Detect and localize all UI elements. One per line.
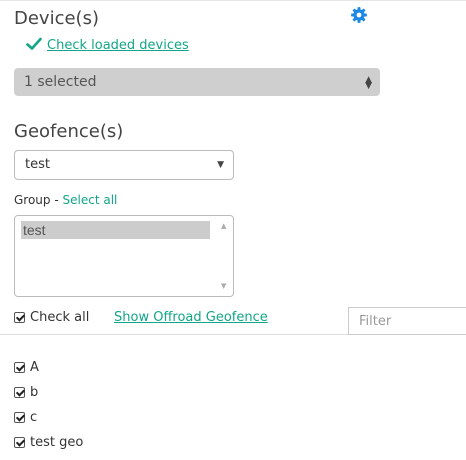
geofence-item: test geo	[14, 435, 83, 450]
scroll-up-icon[interactable]: ▲	[221, 222, 226, 230]
geofence-item-checkbox[interactable]	[14, 437, 25, 448]
geofences-title: Geofence(s)	[14, 121, 124, 142]
geofence-item-label: c	[30, 410, 38, 425]
geofence-item-label: test geo	[30, 435, 84, 450]
show-offroad-geofence-link[interactable]: Show Offroad Geofence	[114, 310, 268, 325]
geofence-select[interactable]: test ▼	[14, 150, 234, 180]
checkmark-icon	[26, 37, 42, 50]
geofence-item-checkbox[interactable]	[14, 387, 25, 398]
devices-title: Device(s)	[14, 8, 99, 29]
chevron-down-icon: ▼	[217, 160, 224, 170]
check-all-checkbox[interactable]	[14, 312, 25, 323]
geofence-item-label: A	[30, 360, 39, 375]
gear-icon[interactable]	[350, 6, 368, 24]
group-label: Group -	[14, 193, 63, 207]
scroll-down-icon[interactable]: ▼	[221, 282, 226, 290]
check-loaded-devices-link[interactable]: Check loaded devices	[47, 38, 189, 53]
geofence-item: b	[14, 385, 38, 400]
top-divider	[0, 0, 466, 1]
group-listbox[interactable]: test ▲ ▼	[14, 215, 234, 297]
geofence-select-value: test	[25, 157, 50, 172]
listbox-item-test[interactable]: test	[21, 221, 210, 239]
geofence-item-checkbox[interactable]	[14, 362, 25, 373]
geofence-item: c	[14, 410, 37, 425]
filter-input[interactable]	[348, 307, 466, 335]
devices-select-value: 1 selected	[24, 74, 97, 90]
listbox-scrollbar[interactable]: ▲ ▼	[220, 220, 230, 292]
devices-select[interactable]: 1 selected ▲ ▼	[14, 68, 380, 96]
check-all-label: Check all	[30, 310, 90, 325]
geofence-item: A	[14, 360, 39, 375]
geofence-item-label: b	[30, 385, 39, 400]
geofence-item-checkbox[interactable]	[14, 412, 25, 423]
list-divider	[0, 334, 348, 335]
check-all-row: Check all	[14, 310, 89, 325]
updown-arrows-icon: ▲ ▼	[365, 75, 372, 91]
group-row: Group - Select all	[14, 193, 117, 207]
select-all-link[interactable]: Select all	[63, 193, 118, 207]
